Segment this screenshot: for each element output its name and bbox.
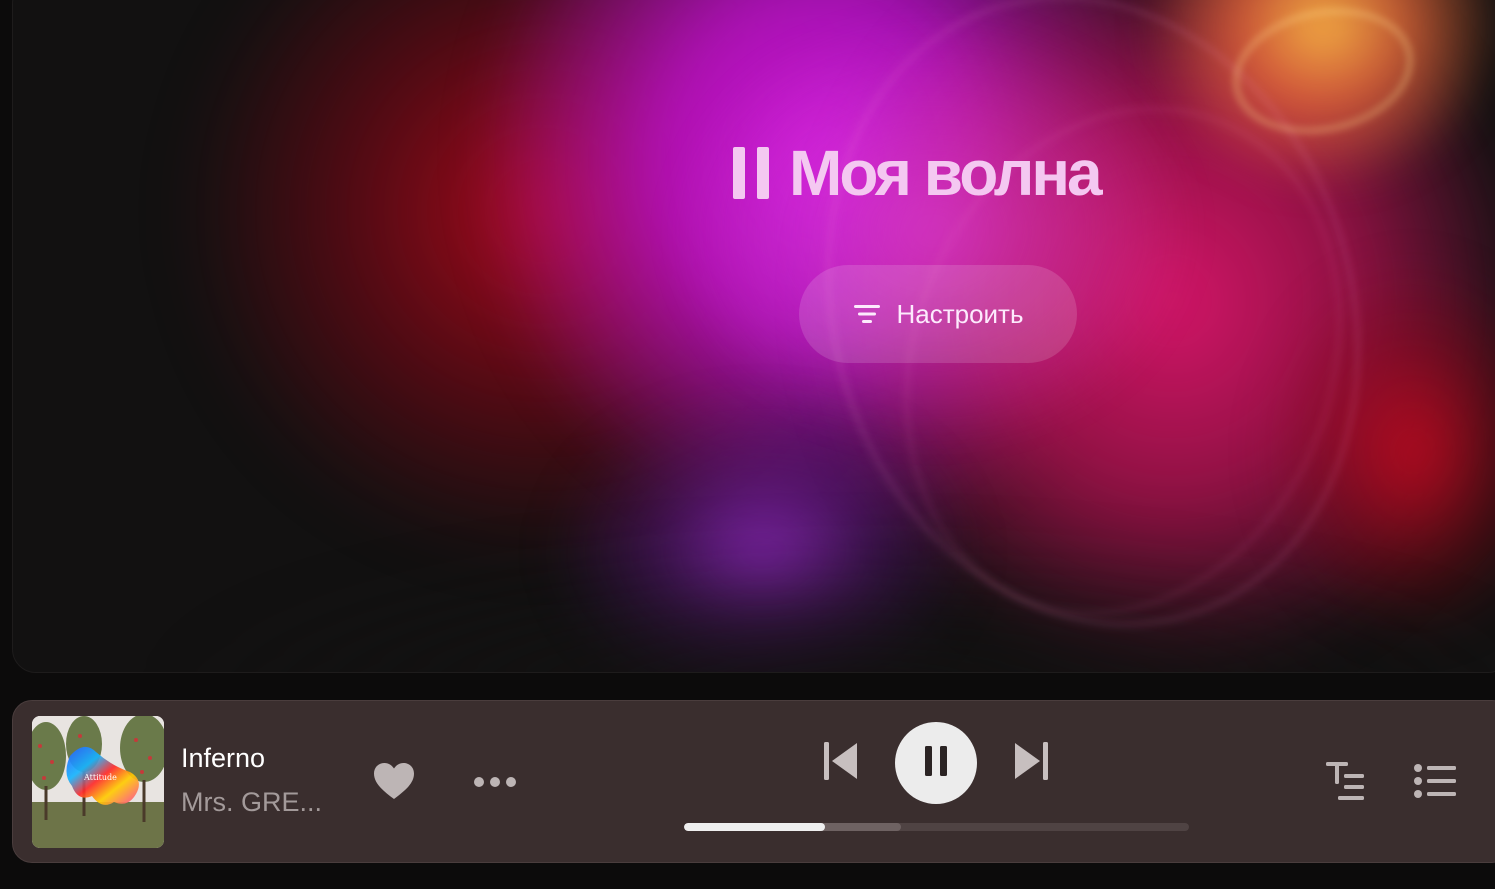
like-button[interactable] <box>369 759 419 807</box>
previous-icon <box>824 742 858 784</box>
tune-icon <box>852 301 882 327</box>
tune-button[interactable]: Настроить <box>799 265 1077 363</box>
more-button[interactable] <box>469 767 521 797</box>
next-icon <box>1014 742 1048 784</box>
previous-button[interactable] <box>821 741 861 785</box>
more-icon <box>473 773 517 792</box>
play-pause-button[interactable] <box>895 722 977 804</box>
lyrics-icon <box>1324 760 1366 806</box>
next-button[interactable] <box>1011 741 1051 785</box>
player-bar: Attitude Inferno Mrs. GRE... <box>12 700 1495 863</box>
my-wave-play-toggle[interactable]: Моя волна <box>733 137 1103 209</box>
track-title[interactable]: Inferno <box>181 743 265 774</box>
progress-played <box>684 823 826 831</box>
lyrics-button[interactable] <box>1323 761 1367 805</box>
background-shade <box>163 541 1495 672</box>
my-wave-panel: Моя волна Настроить <box>12 0 1495 673</box>
pause-icon <box>733 146 769 200</box>
track-artist[interactable]: Mrs. GRE... <box>181 787 322 818</box>
queue-icon <box>1413 763 1457 803</box>
progress-bar[interactable] <box>684 823 1189 831</box>
queue-button[interactable] <box>1411 763 1459 803</box>
pause-icon <box>924 746 948 780</box>
heart-icon <box>372 761 416 805</box>
album-cover[interactable]: Attitude <box>32 716 164 848</box>
page-title: Моя волна <box>789 137 1103 209</box>
tune-button-label: Настроить <box>896 298 1024 329</box>
album-cover-text: Attitude <box>83 773 117 782</box>
background-blob <box>183 0 903 561</box>
